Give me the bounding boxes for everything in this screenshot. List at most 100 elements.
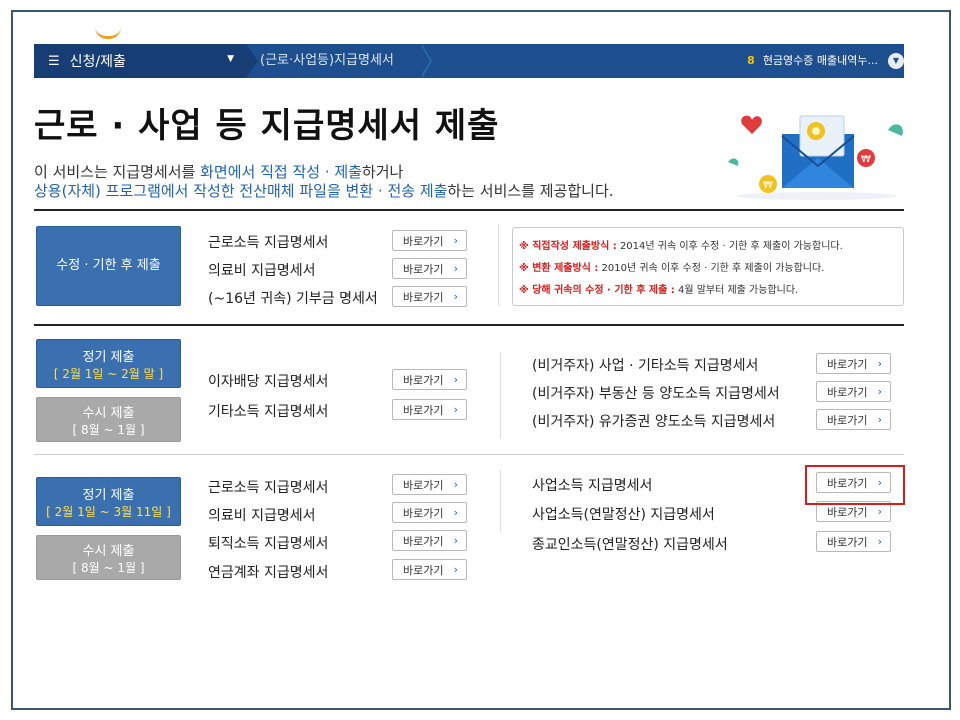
notice-label: ※ 직접작성 제출방식 :	[519, 241, 617, 252]
list-item: 이자배당 지급명세서	[208, 374, 329, 390]
go-button[interactable]: 바로가기 ›	[392, 399, 467, 420]
desc-text: 하는 서비스를 제공합니다.	[447, 182, 614, 200]
regular-submission-label: 정기 제출	[82, 488, 135, 503]
list-item: (비거주자) 부동산 등 양도소득 지급명세서	[532, 386, 780, 402]
amended-late-submission-box: 수정 · 기한 후 제출	[36, 226, 181, 306]
list-item: 기타소득 지급명세서	[208, 404, 329, 420]
go-button-label: 바로가기	[827, 535, 868, 549]
list-item: 퇴직소득 지급명세서	[208, 536, 329, 552]
go-button-label: 바로가기	[403, 403, 444, 417]
list-item: 연금계좌 지급명세서	[208, 565, 329, 581]
chevron-right-icon: ›	[453, 262, 458, 275]
desc-text: 하거나	[361, 163, 404, 181]
adhoc-submission-label: 수시 제출	[82, 406, 135, 421]
go-button[interactable]: 바로가기 ›	[392, 230, 467, 251]
page-description-line1: 이 서비스는 지급명세서를 화면에서 직접 작성 · 제출하거나	[34, 161, 403, 182]
chevron-down-icon[interactable]: ▼	[888, 53, 904, 69]
list-item: (~16년 귀속) 기부금 명세서	[208, 291, 378, 307]
chevron-right-icon: ›	[877, 505, 882, 518]
regular-submission-label: 정기 제출	[82, 350, 135, 365]
recent-menu-count: 8	[747, 54, 755, 67]
section-divider	[34, 324, 904, 326]
section-divider	[34, 209, 904, 211]
go-button-label: 바로가기	[403, 563, 444, 577]
nav-menu-button[interactable]: ☰ 신청/제출 ▼	[34, 44, 246, 78]
go-button[interactable]: 바로가기 ›	[392, 559, 467, 580]
chevron-right-icon: ›	[453, 403, 458, 416]
notice-row: ※ 변환 제출방식 : 2010년 귀속 이후 수정 · 기한 후 제출이 가능…	[519, 259, 897, 274]
adhoc-submission-box: 수시 제출 [ 8월 ~ 1월 ]	[36, 535, 181, 580]
chevron-right-icon: ›	[877, 385, 882, 398]
caret-down-icon: ▼	[227, 54, 234, 64]
column-divider	[498, 224, 499, 306]
go-button[interactable]: 바로가기 ›	[392, 369, 467, 390]
chevron-right-icon: ›	[877, 357, 882, 370]
go-button[interactable]: 바로가기 ›	[392, 530, 467, 551]
adhoc-submission-period: [ 8월 ~ 1월 ]	[72, 423, 145, 437]
go-button-label: 바로가기	[403, 506, 444, 520]
notice-label: ※ 변환 제출방식 :	[519, 263, 599, 274]
list-item: (비거주자) 유가증권 양도소득 지급명세서	[532, 414, 776, 430]
list-item: (비거주자) 사업 · 기타소득 지급명세서	[532, 358, 759, 374]
chevron-right-icon: ›	[453, 234, 458, 247]
go-button[interactable]: 바로가기 ›	[816, 353, 891, 374]
recent-menu[interactable]: 8 현금영수증 매출내역누...	[747, 44, 878, 78]
notice-text: 2014년 귀속 이후 수정 · 기한 후 제출이 가능합니다.	[616, 241, 843, 252]
list-item: 근로소득 지급명세서	[208, 235, 329, 251]
list-item: 사업소득(연말정산) 지급명세서	[532, 507, 715, 523]
section-divider	[34, 454, 904, 455]
go-button[interactable]: 바로가기 ›	[392, 474, 467, 495]
recent-menu-label: 현금영수증 매출내역누...	[762, 54, 878, 67]
highlight-box	[805, 465, 905, 505]
regular-submission-box: 정기 제출 [ 2월 1일 ~ 2월 말 ]	[36, 339, 181, 388]
chevron-right-icon: ›	[453, 373, 458, 386]
chevron-right-icon: ›	[453, 563, 458, 576]
go-button[interactable]: 바로가기 ›	[392, 502, 467, 523]
chevron-right-icon: ›	[453, 290, 458, 303]
desc-highlight: 상용(자체) 프로그램에서 작성한 전산매체 파일을 변환 · 전송 제출	[34, 182, 448, 200]
nav-separator	[246, 44, 258, 78]
go-button-label: 바로가기	[403, 534, 444, 548]
column-divider	[500, 470, 501, 532]
regular-submission-box: 정기 제출 [ 2월 1일 ~ 3월 11일 ]	[36, 477, 181, 526]
notice-label: ※ 당해 귀속의 수정 · 기한 후 제출 :	[519, 285, 675, 296]
go-button-label: 바로가기	[827, 357, 868, 371]
svg-text:₩: ₩	[763, 180, 773, 191]
list-item: 의료비 지급명세서	[208, 263, 316, 279]
chevron-right-icon: ›	[453, 534, 458, 547]
list-item: 사업소득 지급명세서	[532, 478, 653, 494]
list-item: 의료비 지급명세서	[208, 508, 316, 524]
chevron-right-icon: ›	[877, 413, 882, 426]
go-button-label: 바로가기	[403, 373, 444, 387]
hamburger-icon: ☰	[48, 53, 60, 69]
chevron-right-icon: ›	[877, 535, 882, 548]
top-nav-bar: ☰ 신청/제출 ▼ (근로·사업등)지급명세서 8 현금영수증 매출내역누... …	[34, 44, 904, 78]
svg-text:₩: ₩	[861, 154, 871, 165]
go-button-label: 바로가기	[403, 234, 444, 248]
breadcrumb[interactable]: (근로·사업등)지급명세서	[260, 44, 394, 78]
page-title: 근로 · 사업 등 지급명세서 제출	[34, 106, 500, 146]
envelope-illustration: ₩ ₩	[728, 115, 903, 200]
go-button[interactable]: 바로가기 ›	[392, 286, 467, 307]
go-button[interactable]: 바로가기 ›	[392, 258, 467, 279]
go-button[interactable]: 바로가기 ›	[816, 531, 891, 552]
notice-text: 2010년 귀속 이후 수정 · 기한 후 제출이 가능합니다.	[598, 263, 825, 274]
go-button[interactable]: 바로가기 ›	[816, 409, 891, 430]
adhoc-submission-label: 수시 제출	[82, 544, 135, 559]
go-button-label: 바로가기	[827, 385, 868, 399]
notice-row: ※ 당해 귀속의 수정 · 기한 후 제출 : 4월 말부터 제출 가능합니다.	[519, 281, 897, 296]
column-divider	[500, 352, 501, 438]
notice-row: ※ 직접작성 제출방식 : 2014년 귀속 이후 수정 · 기한 후 제출이 …	[519, 237, 897, 252]
go-button-label: 바로가기	[403, 290, 444, 304]
desc-highlight: 화면에서 직접 작성 · 제출	[200, 163, 362, 181]
adhoc-submission-period: [ 8월 ~ 1월 ]	[72, 561, 145, 575]
page-description-line2: 상용(자체) 프로그램에서 작성한 전산매체 파일을 변환 · 전송 제출하는 …	[34, 180, 614, 201]
notice-text: 4월 말부터 제출 가능합니다.	[674, 285, 799, 296]
nav-menu-label: 신청/제출	[69, 54, 126, 70]
go-button-label: 바로가기	[827, 413, 868, 427]
adhoc-submission-box: 수시 제출 [ 8월 ~ 1월 ]	[36, 397, 181, 442]
notice-box: ※ 직접작성 제출방식 : 2014년 귀속 이후 수정 · 기한 후 제출이 …	[512, 227, 904, 306]
desc-text: 이 서비스는 지급명세서를	[34, 163, 201, 181]
go-button-label: 바로가기	[403, 262, 444, 276]
go-button[interactable]: 바로가기 ›	[816, 381, 891, 402]
